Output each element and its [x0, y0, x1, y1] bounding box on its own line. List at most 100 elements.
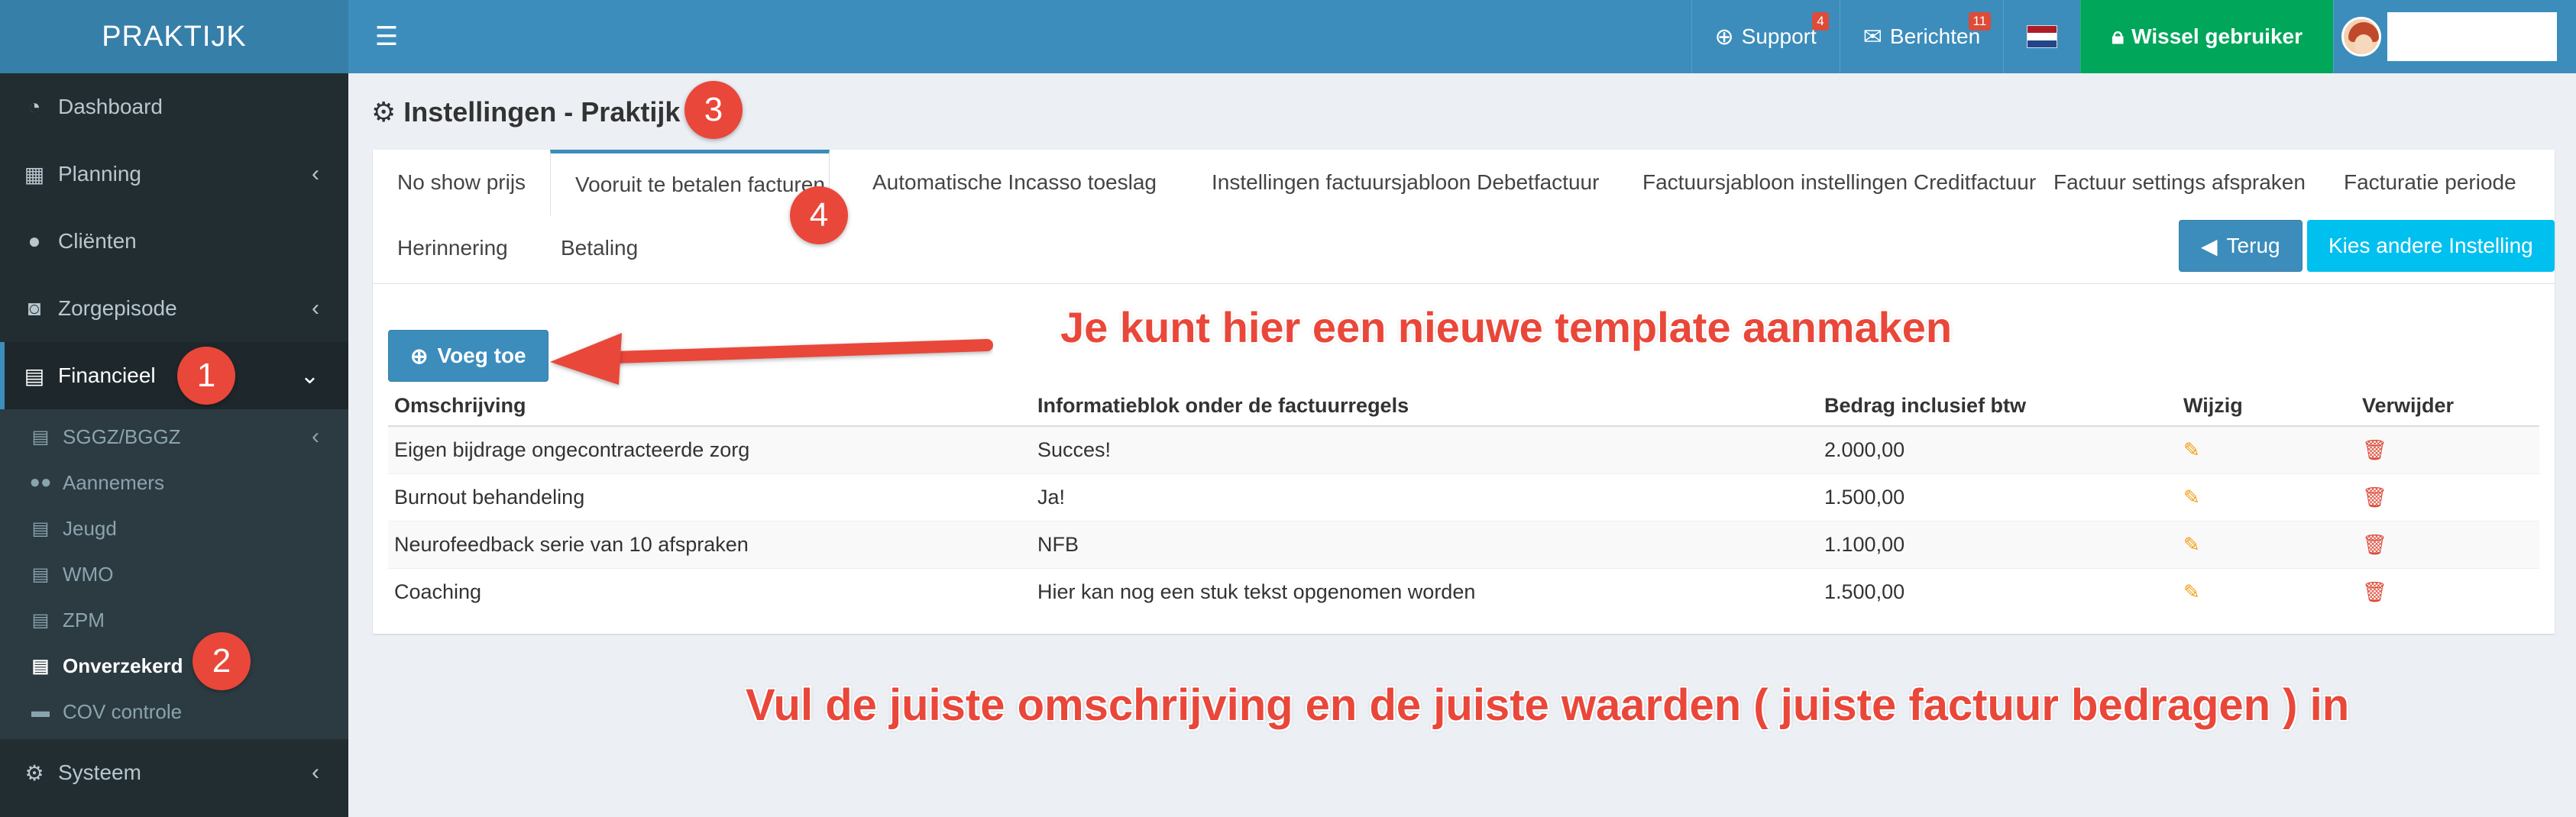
cell-informatieblok: Ja! — [1031, 473, 1818, 521]
sidebar-subitem-sggz[interactable]: ▤ SGGZ/BGGZ ‹ — [0, 414, 348, 460]
tab-vooruit-te-betalen-facturen[interactable]: Vooruit te betalen facturen — [550, 150, 830, 215]
sidebar-subitem-jeugd[interactable]: ▤ Jeugd — [0, 505, 348, 551]
gears-icon: ⚙ — [24, 760, 44, 785]
page-title-text: Instellingen - Praktijk — [403, 96, 681, 128]
plus-circle-icon: ⊕ — [410, 344, 429, 368]
wissel-gebruiker-label: Wissel gebruiker — [2131, 24, 2303, 48]
tab-no-show-prijs[interactable]: No show prijs — [373, 150, 550, 215]
cell-bedrag: 2.000,00 — [1818, 425, 2177, 473]
sidebar-item-planning[interactable]: ▦ Planning ‹ — [0, 140, 348, 208]
cell-omschrijving: Neurofeedback serie van 10 afspraken — [388, 520, 1031, 568]
dashboard-icon: ◔ — [28, 95, 41, 118]
table-header-row: Omschrijving Informatieblok onder de fac… — [388, 386, 2539, 427]
language-selector[interactable] — [2003, 0, 2080, 73]
settings-box: No show prijs Vooruit te betalen facture… — [373, 150, 2555, 634]
sidebar-subitem-cov-controle[interactable]: ▬ COV controle — [0, 689, 348, 735]
sidebar-subitem-zpm[interactable]: ▤ ZPM — [0, 597, 348, 643]
sidebar-item-label: Planning — [58, 162, 141, 186]
sidebar-item-label: Systeem — [58, 760, 141, 784]
trash-icon[interactable]: 🗑︎ — [2362, 438, 2387, 461]
col-omschrijving: Omschrijving — [388, 386, 1031, 427]
trash-icon[interactable]: 🗑︎ — [2362, 533, 2387, 556]
table-row: Neurofeedback serie van 10 afspraken NFB… — [388, 520, 2539, 568]
sidebar-subitem-onverzekerd[interactable]: ▤ Onverzekerd — [0, 643, 348, 689]
annotation-text-bottom: Vul de juiste omschrijving en de juiste … — [746, 680, 2350, 730]
sidebar-item-clienten[interactable]: ● Cliënten — [0, 208, 348, 275]
table-row: Coaching Hier kan nog een stuk tekst opg… — [388, 567, 2539, 615]
kies-andere-instelling-button[interactable]: Kies andere Instelling — [2307, 220, 2555, 272]
sidebar-item-label: Cliënten — [58, 229, 137, 253]
tab-automatische-incasso-toeslag[interactable]: Automatische Incasso toeslag — [848, 150, 1181, 215]
book-icon: ▤ — [31, 564, 50, 585]
pencil-icon[interactable]: ✎ — [2183, 580, 2200, 603]
pencil-icon[interactable]: ✎ — [2183, 438, 2200, 461]
tab-creditfactuur[interactable]: Factuursjabloon instellingen Creditfactu… — [1618, 150, 2060, 215]
sidebar-item-financieel[interactable]: ▤ Financieel ⌄ — [0, 342, 348, 409]
user-menu[interactable] — [2333, 0, 2576, 73]
support-link[interactable]: ⊕ Support 4 — [1691, 0, 1840, 73]
users-icon: ●● — [29, 472, 52, 492]
trash-icon[interactable]: 🗑︎ — [2362, 580, 2387, 603]
wissel-gebruiker-button[interactable]: 🔒︎ Wissel gebruiker — [2080, 0, 2333, 73]
book-icon: ▤ — [24, 363, 45, 388]
sidebar-subitem-label: ZPM — [63, 608, 105, 631]
lock-icon: 🔒︎ — [2112, 24, 2125, 49]
support-badge: 4 — [1812, 12, 1829, 31]
sidebar-subitem-label: Jeugd — [63, 516, 117, 540]
sidebar-item-dashboard[interactable]: ◔ Dashboard — [0, 73, 348, 140]
voeg-toe-button[interactable]: ⊕ Voeg toe — [388, 330, 549, 382]
annotation-marker-2: 2 — [193, 632, 251, 690]
col-bedrag: Bedrag inclusief btw — [1818, 386, 2177, 427]
sidebar-item-label: Financieel — [58, 363, 156, 387]
tab-instellingen-debetfactuur[interactable]: Instellingen factuursjabloon Debetfactuu… — [1187, 150, 1623, 215]
brand-logo[interactable]: PRAKTIJK — [0, 0, 348, 73]
chevron-left-icon: ‹ — [312, 161, 319, 186]
pencil-icon[interactable]: ✎ — [2183, 486, 2200, 509]
camera-icon: ◙ — [28, 296, 41, 320]
tab-betaling[interactable]: Betaling — [536, 215, 662, 281]
cell-omschrijving: Coaching — [388, 567, 1031, 615]
book-icon: ▤ — [31, 426, 50, 447]
kies-label: Kies andere Instelling — [2328, 234, 2533, 257]
book-icon: ▤ — [31, 518, 50, 539]
chevron-left-icon: ‹ — [312, 760, 319, 785]
sidebar-subitem-aannemers[interactable]: ●● Aannemers — [0, 460, 348, 505]
sidebar-item-zorgepisode[interactable]: ◙ Zorgepisode ‹ — [0, 275, 348, 342]
cell-informatieblok: NFB — [1031, 520, 1818, 568]
pencil-icon[interactable]: ✎ — [2183, 533, 2200, 556]
avatar — [2341, 17, 2381, 57]
cell-bedrag: 1.500,00 — [1818, 567, 2177, 615]
minus-icon: ▬ — [31, 701, 50, 722]
annotation-marker-1: 1 — [177, 347, 235, 405]
cell-bedrag: 1.500,00 — [1818, 473, 2177, 521]
financieel-submenu: ▤ SGGZ/BGGZ ‹ ●● Aannemers ▤ Jeugd ▤ WMO… — [0, 409, 348, 739]
sidebar-toggle-icon[interactable]: ☰ — [371, 21, 402, 52]
dutch-flag-icon — [2027, 25, 2058, 48]
gear-icon: ⚙ — [371, 96, 396, 128]
calendar-icon: ▦ — [24, 162, 45, 186]
arrow-circle-left-icon: ◀ — [2201, 234, 2218, 258]
annotation-marker-3: 3 — [684, 81, 743, 139]
berichten-link[interactable]: ✉ Berichten 11 — [1839, 0, 2003, 73]
top-nav-menu: ⊕ Support 4 ✉ Berichten 11 🔒︎ Wissel geb… — [1691, 0, 2576, 73]
chevron-left-icon: ‹ — [312, 295, 319, 321]
annotation-arrow — [550, 333, 993, 385]
berichten-badge: 11 — [1968, 12, 1992, 31]
sidebar: ◔ Dashboard ▦ Planning ‹ ● Cliënten ◙ Zo… — [0, 73, 348, 817]
tab-herinnering[interactable]: Herinnering — [373, 215, 532, 281]
sidebar-subitem-wmo[interactable]: ▤ WMO — [0, 551, 348, 597]
terug-button[interactable]: ◀ Terug — [2179, 220, 2303, 272]
berichten-label: Berichten — [1889, 24, 1981, 48]
tab-factuur-settings-afspraken[interactable]: Factuur settings afspraken — [2029, 150, 2330, 215]
sidebar-subitem-label: COV controle — [63, 699, 183, 723]
sidebar-item-systeem[interactable]: ⚙ Systeem ‹ — [0, 739, 348, 806]
tab-facturatie-periode[interactable]: Facturatie periode — [2319, 150, 2541, 215]
book-icon: ▤ — [31, 655, 50, 677]
table-row: Eigen bijdrage ongecontracteerde zorg Su… — [388, 425, 2539, 473]
user-icon: ● — [28, 229, 41, 253]
terug-label: Terug — [2226, 234, 2280, 257]
col-informatieblok: Informatieblok onder de factuurregels — [1031, 386, 1818, 427]
table-row: Burnout behandeling Ja! 1.500,00 ✎ 🗑︎ — [388, 473, 2539, 521]
trash-icon[interactable]: 🗑︎ — [2362, 486, 2387, 509]
page-title: ⚙ Instellingen - Praktijk — [371, 96, 680, 128]
